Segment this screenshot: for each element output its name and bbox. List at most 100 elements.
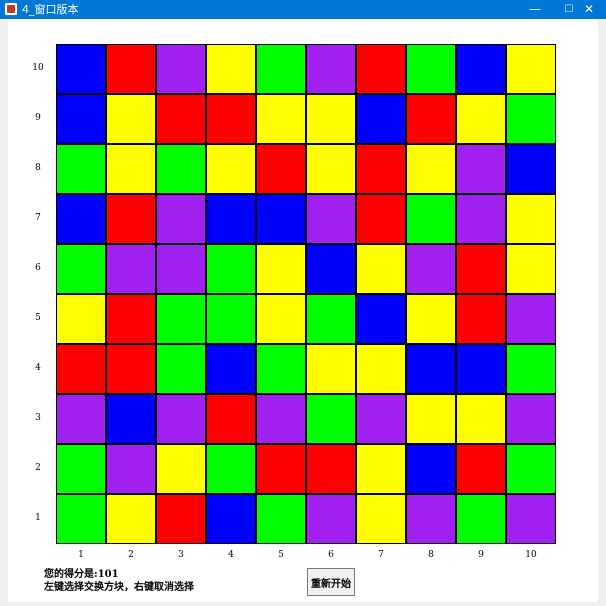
board-cell[interactable] <box>56 394 106 444</box>
board-cell[interactable] <box>506 344 556 394</box>
board-cell[interactable] <box>356 244 406 294</box>
board-cell[interactable] <box>406 194 456 244</box>
board-cell[interactable] <box>456 344 506 394</box>
board-cell[interactable] <box>56 94 106 144</box>
close-button[interactable]: ✕ <box>572 0 606 19</box>
board-cell[interactable] <box>456 94 506 144</box>
board-cell[interactable] <box>256 394 306 444</box>
board-cell[interactable] <box>306 244 356 294</box>
board-cell[interactable] <box>106 494 156 544</box>
minimize-button[interactable]: — <box>518 0 552 19</box>
board-cell[interactable] <box>406 444 456 494</box>
board-cell[interactable] <box>406 94 456 144</box>
board-cell[interactable] <box>506 494 556 544</box>
board-cell[interactable] <box>506 244 556 294</box>
board-cell[interactable] <box>206 394 256 444</box>
board-cell[interactable] <box>156 494 206 544</box>
board-cell[interactable] <box>356 144 406 194</box>
board-cell[interactable] <box>506 194 556 244</box>
board-cell[interactable] <box>106 44 156 94</box>
board-cell[interactable] <box>306 194 356 244</box>
board-cell[interactable] <box>256 194 306 244</box>
board-cell[interactable] <box>456 144 506 194</box>
board-cell[interactable] <box>106 244 156 294</box>
board-cell[interactable] <box>306 494 356 544</box>
board-cell[interactable] <box>506 444 556 494</box>
board-cell[interactable] <box>106 394 156 444</box>
board-cell[interactable] <box>306 94 356 144</box>
board-cell[interactable] <box>156 394 206 444</box>
board-cell[interactable] <box>256 494 306 544</box>
board-cell[interactable] <box>56 194 106 244</box>
board-cell[interactable] <box>356 344 406 394</box>
board-cell[interactable] <box>206 344 256 394</box>
board-cell[interactable] <box>256 344 306 394</box>
board-cell[interactable] <box>456 244 506 294</box>
board-cell[interactable] <box>106 294 156 344</box>
board-cell[interactable] <box>206 144 256 194</box>
board-cell[interactable] <box>56 144 106 194</box>
board-cell[interactable] <box>406 294 456 344</box>
board-cell[interactable] <box>406 244 456 294</box>
board-cell[interactable] <box>456 194 506 244</box>
board-cell[interactable] <box>156 44 206 94</box>
board-cell[interactable] <box>56 244 106 294</box>
board-cell[interactable] <box>456 44 506 94</box>
board-cell[interactable] <box>456 494 506 544</box>
board-cell[interactable] <box>406 394 456 444</box>
board-cell[interactable] <box>356 444 406 494</box>
board-cell[interactable] <box>406 144 456 194</box>
board-cell[interactable] <box>306 44 356 94</box>
restart-button[interactable]: 重新开始 <box>307 568 355 596</box>
board-cell[interactable] <box>506 394 556 444</box>
board-cell[interactable] <box>56 494 106 544</box>
board-cell[interactable] <box>356 394 406 444</box>
board-cell[interactable] <box>256 294 306 344</box>
board-cell[interactable] <box>506 294 556 344</box>
board-cell[interactable] <box>106 144 156 194</box>
board-cell[interactable] <box>206 444 256 494</box>
board-cell[interactable] <box>306 344 356 394</box>
board-cell[interactable] <box>356 294 406 344</box>
board-cell[interactable] <box>356 194 406 244</box>
board-cell[interactable] <box>306 144 356 194</box>
board-cell[interactable] <box>106 344 156 394</box>
board-cell[interactable] <box>206 494 256 544</box>
board-cell[interactable] <box>56 294 106 344</box>
board-cell[interactable] <box>206 94 256 144</box>
board-cell[interactable] <box>256 244 306 294</box>
board-cell[interactable] <box>256 444 306 494</box>
board-cell[interactable] <box>356 44 406 94</box>
board-cell[interactable] <box>256 94 306 144</box>
board-cell[interactable] <box>256 44 306 94</box>
board-cell[interactable] <box>156 444 206 494</box>
game-board[interactable] <box>56 44 558 546</box>
board-cell[interactable] <box>56 44 106 94</box>
board-cell[interactable] <box>456 294 506 344</box>
board-cell[interactable] <box>156 294 206 344</box>
board-cell[interactable] <box>506 44 556 94</box>
board-cell[interactable] <box>506 94 556 144</box>
board-cell[interactable] <box>406 344 456 394</box>
board-cell[interactable] <box>306 294 356 344</box>
board-cell[interactable] <box>406 44 456 94</box>
board-cell[interactable] <box>206 294 256 344</box>
board-cell[interactable] <box>506 144 556 194</box>
board-cell[interactable] <box>306 444 356 494</box>
board-cell[interactable] <box>306 394 356 444</box>
board-cell[interactable] <box>206 44 256 94</box>
board-cell[interactable] <box>156 194 206 244</box>
board-cell[interactable] <box>156 244 206 294</box>
board-cell[interactable] <box>156 344 206 394</box>
board-cell[interactable] <box>156 144 206 194</box>
board-cell[interactable] <box>56 344 106 394</box>
board-cell[interactable] <box>356 494 406 544</box>
board-cell[interactable] <box>206 244 256 294</box>
board-cell[interactable] <box>106 444 156 494</box>
board-cell[interactable] <box>256 144 306 194</box>
board-cell[interactable] <box>106 94 156 144</box>
board-cell[interactable] <box>456 394 506 444</box>
board-cell[interactable] <box>356 94 406 144</box>
board-cell[interactable] <box>406 494 456 544</box>
board-cell[interactable] <box>156 94 206 144</box>
